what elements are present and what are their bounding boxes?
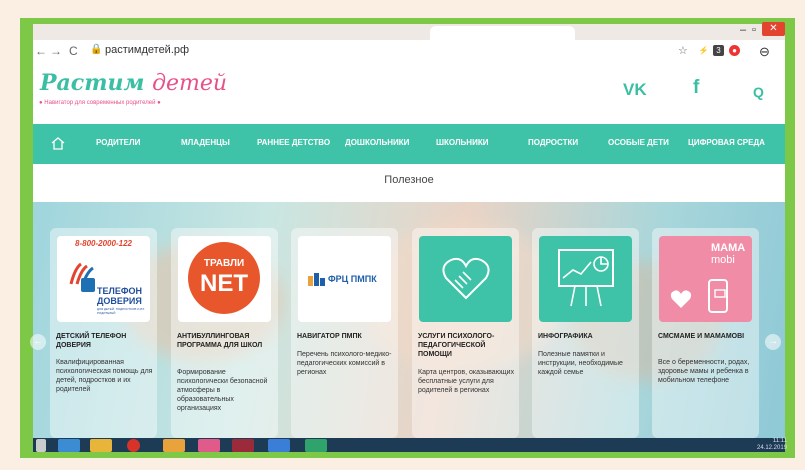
forward-icon[interactable]: → [50, 44, 62, 58]
taskbar-app-icon[interactable] [305, 439, 327, 452]
nav-item-digital-environment[interactable]: ЦИФРОВАЯ СРЕДА [688, 138, 765, 147]
card-title[interactable]: СМСМАМЕ И МАМАМОВІ [658, 332, 756, 341]
address-bar: ← → C 🔒 растимдетей.рф ☆ ⚡ 3 ● ⊖ [33, 40, 785, 63]
card-thumbnail [419, 236, 512, 322]
url-field[interactable]: растимдетей.рф [105, 44, 189, 56]
site-logo[interactable]: Растим детей [40, 70, 227, 96]
close-window-button[interactable]: ✕ [762, 22, 785, 36]
handshake-heart-icon [442, 257, 490, 300]
minimize-icon[interactable]: – [740, 24, 746, 36]
helpline-number: 8-800-2000-122 [75, 239, 132, 248]
green-border-bottom [20, 452, 795, 458]
clock-time: 11:11 [772, 438, 788, 444]
card-description: Формирование психологически безопасной а… [177, 369, 268, 412]
start-icon[interactable] [36, 439, 46, 452]
account-icon[interactable]: ⊖ [759, 44, 770, 60]
green-border-left [20, 18, 33, 458]
card-title[interactable]: АНТИБУЛЛИНГОВАЯ ПРОГРАММА ДЛЯ ШКОЛ [177, 332, 275, 350]
logo-text-2: NET [200, 270, 248, 297]
chrome-icon[interactable] [163, 439, 185, 452]
taskbar-app-icon[interactable] [268, 439, 290, 452]
helpline-subtitle: ДЛЯ ДЕТЕЙ, ПОДРОСТКОВ И ИХ РОДИТЕЛЕЙ [97, 307, 145, 315]
nav-item-parents[interactable]: РОДИТЕЛИ [96, 138, 140, 147]
search-glyph: Q [753, 84, 764, 100]
browser-tab-active[interactable] [430, 26, 575, 40]
taskbar-app-icon[interactable] [58, 439, 80, 452]
card-thumbnail: ТРАВЛИ NET [178, 236, 271, 322]
card-title[interactable]: ДЕТСКИЙ ТЕЛЕФОН ДОВЕРИЯ [56, 332, 154, 350]
facebook-label: f [693, 77, 700, 98]
card-mama-mobi[interactable]: MAMA mobi СМСМАМЕ И МАМАМОВІ Все о берем… [652, 228, 759, 438]
nav-item-teenagers[interactable]: ПОДРОСТКИ [528, 138, 578, 147]
carousel-prev-icon[interactable]: ← [30, 334, 46, 350]
mama-logo-text-1: MAMA [711, 242, 746, 254]
logo-word-1: Растим [40, 70, 145, 96]
extension-red-icon[interactable]: ● [729, 45, 740, 56]
section-title: Полезное [384, 174, 434, 186]
card-antibullying[interactable]: ТРАВЛИ NET АНТИБУЛЛИНГОВАЯ ПРОГРАММА ДЛЯ… [171, 228, 278, 438]
site-header: Растим детей ● Навигатор для современных… [33, 62, 785, 124]
taskbar-app-icon[interactable] [198, 439, 220, 452]
card-thumbnail [539, 236, 632, 322]
card-thumbnail: 8-800-2000-122 ТЕЛЕФОН ДОВЕРИЯ ДЛЯ ДЕТЕЙ… [57, 236, 150, 322]
back-icon[interactable]: ← [35, 44, 47, 58]
taskbar-clock: 11:11 24.12.2019 [757, 438, 787, 452]
opera-icon[interactable] [127, 439, 140, 452]
card-psych-services[interactable]: УСЛУГИ ПСИХОЛОГО-ПЕДАГОГИЧЕСКОЙ ПОМОЩИ К… [412, 228, 519, 438]
card-description: Все о беременности, родах, здоровье мамы… [658, 359, 750, 384]
vk-icon[interactable]: VK [623, 80, 647, 100]
nav-item-early-childhood[interactable]: РАННЕЕ ДЕТСТВО [257, 138, 330, 147]
useful-carousel: 8-800-2000-122 ТЕЛЕФОН ДОВЕРИЯ ДЛЯ ДЕТЕЙ… [33, 202, 785, 438]
vk-label: VK [623, 80, 647, 99]
tagline-text: Навигатор для современных родителей [44, 100, 156, 106]
taskbar-app-icon[interactable] [232, 439, 254, 452]
facebook-icon[interactable]: f [693, 77, 699, 99]
mama-logo-text-2: mobi [711, 254, 735, 266]
card-child-helpline[interactable]: 8-800-2000-122 ТЕЛЕФОН ДОВЕРИЯ ДЛЯ ДЕТЕЙ… [50, 228, 157, 438]
nav-item-schoolchildren[interactable]: ШКОЛЬНИКИ [436, 138, 488, 147]
logo-text-1: ТРАВЛИ [203, 258, 245, 269]
card-infographics[interactable]: ИНФОГРАФИКА Полезные памятки и инструкци… [532, 228, 639, 438]
helpline-title-1: ТЕЛЕФОН [97, 286, 142, 296]
card-description: Карта центров, оказывающих бесплатные ус… [418, 369, 515, 394]
card-pmpk-navigator[interactable]: ФРЦ ПМПК НАВИГАТОР ПМПК Перечень психоло… [291, 228, 398, 438]
maximize-icon[interactable]: ▫ [752, 24, 756, 36]
card-description: Перечень психолого-медико-педагогических… [297, 351, 392, 376]
card-description: Полезные памятки и инструкции, необходим… [538, 351, 623, 376]
extension-badge-icon[interactable]: 3 [713, 45, 724, 56]
helpline-title-2: ДОВЕРИЯ [97, 296, 142, 306]
site-tagline: ● Навигатор для современных родителей ● [39, 100, 161, 106]
heart-phone-icon [670, 279, 728, 313]
travli-net-logo: ТРАВЛИ NET [188, 242, 260, 314]
bookmark-star-icon[interactable]: ☆ [678, 44, 688, 57]
logo-word-2: детей [152, 71, 228, 96]
extension-badge-count: 3 [716, 46, 721, 55]
clock-date: 24.12.2019 [757, 445, 788, 451]
card-title[interactable]: УСЛУГИ ПСИХОЛОГО-ПЕДАГОГИЧЕСКОЙ ПОМОЩИ [418, 332, 516, 359]
green-border-right [785, 18, 795, 458]
card-thumbnail: MAMA mobi [659, 236, 752, 322]
reload-icon[interactable]: C [69, 44, 78, 58]
lock-icon: 🔒 [90, 44, 103, 55]
extension-icon[interactable]: ⚡ [698, 45, 709, 56]
section-header: Полезное [33, 164, 785, 202]
frc-logo-icon [308, 273, 325, 286]
card-thumbnail: ФРЦ ПМПК [298, 236, 391, 322]
card-title[interactable]: НАВИГАТОР ПМПК [297, 332, 395, 341]
presentation-board-icon [558, 249, 614, 307]
card-title[interactable]: ИНФОГРАФИКА [538, 332, 636, 341]
browser-tab-strip [33, 24, 785, 40]
carousel-next-icon[interactable]: → [765, 334, 781, 350]
nav-item-special-children[interactable]: ОСОБЫЕ ДЕТИ [608, 138, 669, 147]
nav-item-infants[interactable]: МЛАДЕНЦЫ [181, 138, 230, 147]
taskbar [33, 438, 785, 452]
taskbar-app-icon[interactable] [90, 439, 112, 452]
home-icon[interactable] [51, 137, 65, 150]
search-icon[interactable]: Q [753, 84, 764, 100]
card-description: Квалифицированная психологическая помощь… [56, 359, 153, 393]
main-nav: РОДИТЕЛИ МЛАДЕНЦЫ РАННЕЕ ДЕТСТВО ДОШКОЛЬ… [33, 124, 785, 164]
frc-logo-text: ФРЦ ПМПК [328, 274, 377, 284]
nav-item-preschoolers[interactable]: ДОШКОЛЬНИКИ [345, 138, 409, 147]
